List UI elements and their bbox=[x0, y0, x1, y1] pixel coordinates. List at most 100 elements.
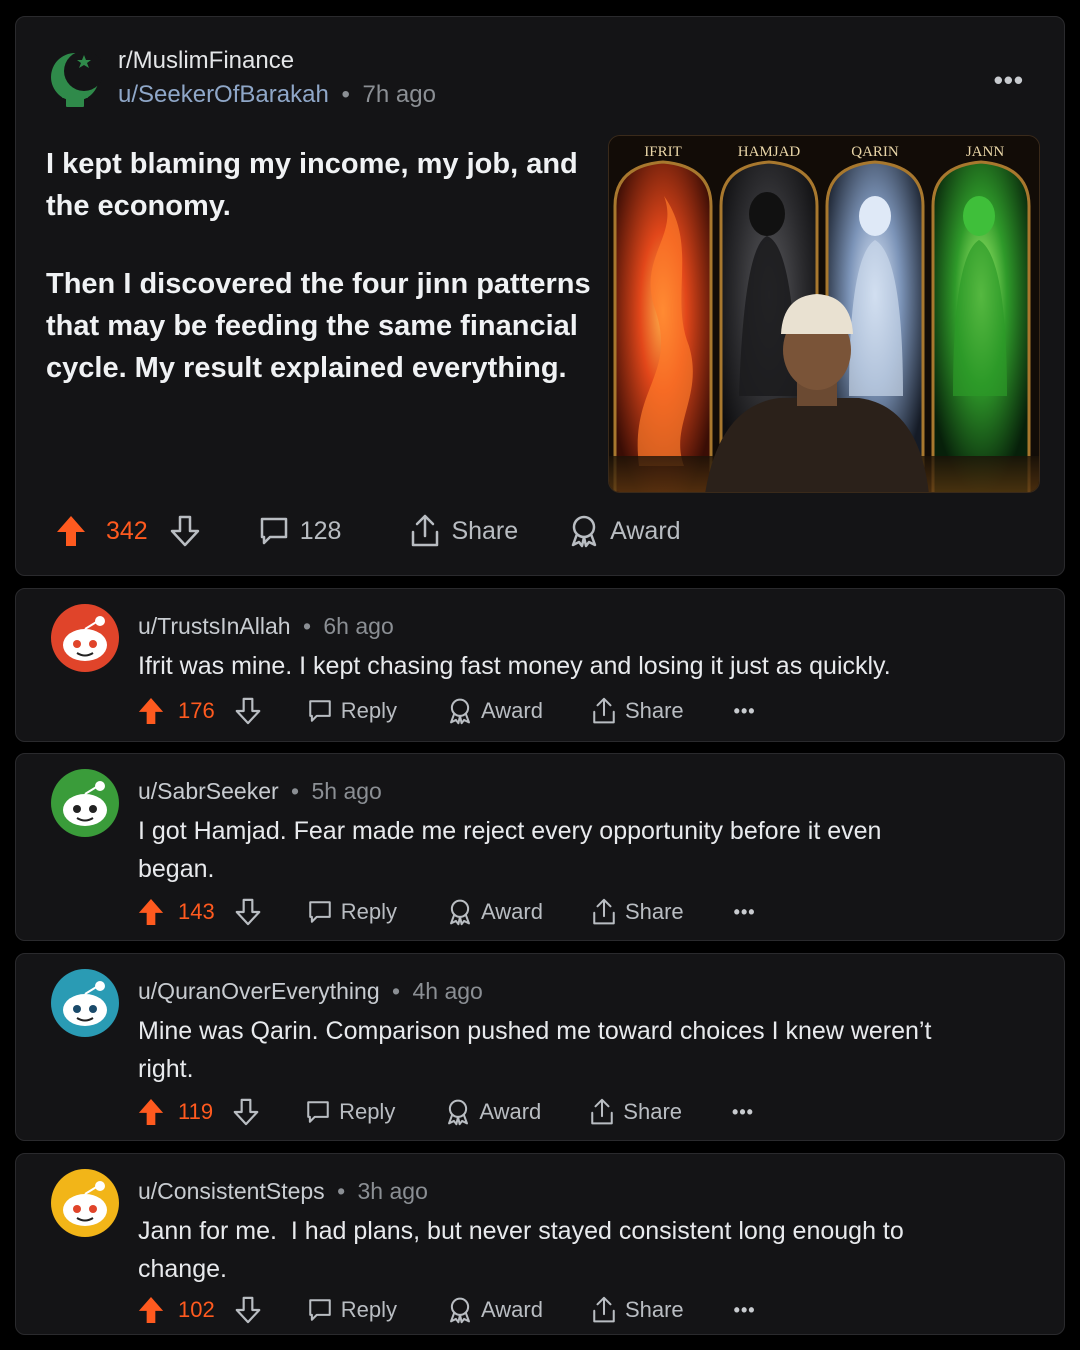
upvote-button[interactable]: 176 bbox=[138, 697, 215, 725]
reply-bubble-icon bbox=[308, 700, 331, 722]
more-options-icon[interactable]: ••• bbox=[732, 1102, 754, 1123]
share-icon bbox=[412, 514, 439, 547]
meta-separator: • bbox=[392, 978, 401, 1004]
comment-bubble-icon bbox=[260, 517, 287, 545]
award-icon bbox=[571, 515, 597, 548]
comment-count: 128 bbox=[299, 516, 342, 545]
comment-action-bar: 119 Reply Award Share ••• bbox=[138, 1094, 754, 1130]
avatar[interactable] bbox=[50, 1168, 120, 1238]
award-label: Award bbox=[480, 1297, 543, 1322]
share-label: Share bbox=[624, 1297, 684, 1322]
comment-card: u/SabrSeeker • 5h ago I got Hamjad. Fear… bbox=[15, 753, 1065, 941]
meta-separator: • bbox=[341, 81, 350, 108]
more-options-icon[interactable]: ••• bbox=[734, 1300, 756, 1321]
award-button[interactable]: Award bbox=[445, 1098, 541, 1126]
share-label: Share bbox=[451, 516, 519, 545]
upvote-button[interactable]: 119 bbox=[138, 1098, 213, 1126]
comment-text: Ifrit was mine. I kept chasing fast mone… bbox=[138, 652, 891, 680]
upvote-arrow-icon[interactable] bbox=[138, 1296, 164, 1324]
share-button[interactable]: Share bbox=[591, 697, 684, 725]
reply-bubble-icon bbox=[307, 1101, 329, 1123]
award-label: Award bbox=[610, 516, 681, 545]
reply-button[interactable]: Reply bbox=[307, 899, 397, 925]
downvote-arrow-icon[interactable] bbox=[170, 515, 200, 547]
award-label: Award bbox=[479, 1099, 542, 1124]
post-body: I kept blaming my income, my job, and th… bbox=[46, 143, 606, 389]
award-button[interactable]: Award bbox=[447, 697, 543, 725]
upvote-arrow-icon[interactable] bbox=[56, 515, 86, 547]
award-label: Award bbox=[480, 899, 543, 924]
upvote-button[interactable]: 143 bbox=[138, 898, 215, 926]
comment-time: 5h ago bbox=[311, 778, 382, 804]
downvote-arrow-icon[interactable] bbox=[235, 898, 261, 926]
comment-time: 3h ago bbox=[357, 1178, 428, 1204]
upvote-button[interactable]: 342 bbox=[56, 515, 148, 547]
reply-button[interactable]: Reply bbox=[307, 1297, 397, 1323]
avatar[interactable] bbox=[50, 768, 120, 838]
downvote-arrow-icon[interactable] bbox=[235, 1296, 261, 1324]
post-meta: u/SeekerOfBarakah • 7h ago bbox=[118, 81, 436, 109]
avatar[interactable] bbox=[50, 968, 120, 1038]
arch-ifrit bbox=[615, 162, 711, 492]
comment-meta: u/QuranOverEverything • 4h ago bbox=[138, 978, 483, 1005]
more-options-icon[interactable]: ••• bbox=[734, 701, 756, 722]
upvote-count: 342 bbox=[106, 516, 148, 545]
comments-button[interactable]: 128 bbox=[258, 515, 342, 547]
comment-author[interactable]: u/TrustsInAllah bbox=[138, 613, 291, 639]
downvote-arrow-icon[interactable] bbox=[235, 697, 261, 725]
upvote-arrow-icon[interactable] bbox=[138, 898, 164, 926]
comment-card: u/QuranOverEverything • 4h ago Mine was … bbox=[15, 953, 1065, 1141]
meta-separator: • bbox=[302, 613, 311, 639]
comment-author[interactable]: u/QuranOverEverything bbox=[138, 978, 380, 1004]
image-label-ifrit: IFRIT bbox=[644, 144, 682, 160]
post-time: 7h ago bbox=[362, 81, 436, 108]
downvote-button[interactable] bbox=[170, 515, 200, 547]
comment-time: 6h ago bbox=[323, 613, 394, 639]
upvote-button[interactable]: 102 bbox=[138, 1296, 215, 1324]
award-icon bbox=[448, 1099, 469, 1126]
comment-time: 4h ago bbox=[412, 978, 483, 1004]
comment-meta: u/SabrSeeker • 5h ago bbox=[138, 778, 382, 805]
more-options-icon[interactable]: ••• bbox=[994, 65, 1024, 96]
subreddit-crescent-icon[interactable] bbox=[48, 47, 102, 111]
avatar[interactable] bbox=[50, 603, 120, 673]
reply-label: Reply bbox=[340, 899, 397, 924]
subreddit-name[interactable]: r/MuslimFinance bbox=[118, 47, 294, 75]
share-label: Share bbox=[623, 1099, 683, 1124]
downvote-button[interactable] bbox=[235, 898, 261, 926]
reply-button[interactable]: Reply bbox=[305, 1099, 395, 1125]
comment-card: u/TrustsInAllah • 6h ago Ifrit was mine.… bbox=[15, 588, 1065, 742]
comment-text: I got Hamjad. Fear made me reject every … bbox=[138, 817, 882, 883]
award-label: Award bbox=[480, 698, 543, 723]
share-icon bbox=[593, 898, 615, 925]
award-icon bbox=[450, 899, 470, 926]
share-icon bbox=[593, 697, 615, 724]
award-button[interactable]: Award bbox=[447, 1296, 543, 1324]
upvote-count: 119 bbox=[178, 1099, 214, 1124]
reply-bubble-icon bbox=[308, 901, 331, 923]
share-button[interactable]: Share bbox=[591, 898, 684, 926]
more-options-icon[interactable]: ••• bbox=[734, 902, 756, 923]
share-button[interactable]: Share bbox=[591, 1296, 684, 1324]
downvote-button[interactable] bbox=[233, 1098, 259, 1126]
award-button[interactable]: Award bbox=[568, 514, 681, 548]
comment-action-bar: 102 Reply Award Share ••• bbox=[138, 1292, 756, 1328]
post-author[interactable]: u/SeekerOfBarakah bbox=[118, 81, 329, 108]
post-image[interactable]: IFRIT HAMJAD QARIN JANN bbox=[608, 135, 1040, 493]
upvote-arrow-icon[interactable] bbox=[138, 1098, 164, 1126]
comment-author[interactable]: u/ConsistentSteps bbox=[138, 1178, 325, 1204]
comment-action-bar: 143 Reply Award Share ••• bbox=[138, 894, 756, 930]
share-button[interactable]: Share bbox=[409, 514, 518, 548]
downvote-button[interactable] bbox=[235, 697, 261, 725]
share-button[interactable]: Share bbox=[589, 1098, 682, 1126]
upvote-arrow-icon[interactable] bbox=[138, 697, 164, 725]
award-button[interactable]: Award bbox=[447, 898, 543, 926]
comment-author[interactable]: u/SabrSeeker bbox=[138, 778, 279, 804]
downvote-arrow-icon[interactable] bbox=[233, 1098, 259, 1126]
post-action-bar: 342 128 Share Award bbox=[56, 511, 681, 551]
reply-button[interactable]: Reply bbox=[307, 698, 397, 724]
award-icon bbox=[450, 1297, 470, 1324]
award-icon bbox=[450, 698, 470, 725]
comment-action-bar: 176 Reply Award Share ••• bbox=[138, 693, 756, 729]
downvote-button[interactable] bbox=[235, 1296, 261, 1324]
